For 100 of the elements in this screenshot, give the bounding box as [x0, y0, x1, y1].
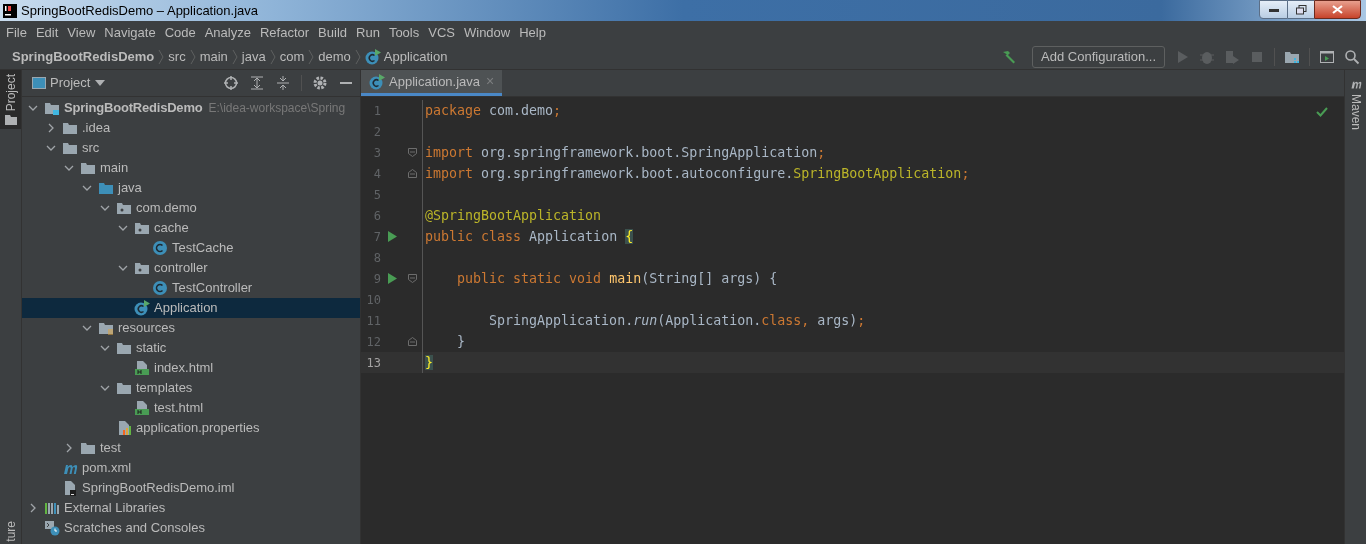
path-hint: E:\idea-workspace\Spring — [208, 100, 346, 117]
terminal-icon[interactable] — [1319, 48, 1335, 65]
menu-item[interactable]: Edit — [35, 22, 59, 43]
tree-item[interactable]: Application — [22, 298, 360, 318]
fold-icon[interactable] — [408, 148, 417, 157]
package-icon — [134, 220, 150, 236]
menu-item[interactable]: Analyze — [204, 22, 251, 43]
menu-item[interactable]: Refactor — [259, 22, 310, 43]
tree-item[interactable]: .idea — [22, 118, 360, 138]
breadcrumb[interactable]: src — [168, 46, 186, 67]
restore-icon — [1295, 4, 1307, 15]
menu-item[interactable]: Tools — [388, 22, 420, 43]
run-icon[interactable] — [387, 231, 397, 242]
tree-item[interactable]: java — [22, 178, 360, 198]
tree-item[interactable]: Scratches and Consoles — [22, 518, 360, 538]
maximize-button[interactable] — [1288, 0, 1314, 19]
tree-item[interactable]: test.html — [22, 398, 360, 418]
target-icon[interactable] — [223, 75, 239, 91]
menu-item[interactable]: View — [67, 22, 96, 43]
tree-item[interactable]: application.properties — [22, 418, 360, 438]
module-file-icon — [62, 480, 78, 496]
hammer-icon[interactable] — [1001, 48, 1018, 65]
tree-item-label: cache — [154, 219, 189, 238]
line-number: 7 — [372, 228, 381, 246]
tool-window-tab[interactable]: Maven — [1344, 94, 1366, 131]
menu-item[interactable]: Navigate — [104, 22, 156, 43]
close-button[interactable] — [1314, 0, 1361, 19]
menu-item[interactable]: Help — [519, 22, 546, 43]
tree-item[interactable]: index.html — [22, 358, 360, 378]
folder-icon — [4, 115, 17, 126]
chevron-right-icon[interactable] — [64, 443, 74, 453]
tree-item[interactable]: SpringBootRedisDemo.iml — [22, 478, 360, 498]
close-icon — [1332, 5, 1343, 14]
breadcrumb[interactable]: SpringBootRedisDemo — [12, 46, 155, 67]
folder-icon — [80, 160, 96, 176]
tree-item[interactable]: controller — [22, 258, 360, 278]
menu-item[interactable]: Run — [356, 22, 380, 43]
tree-item-label: java — [118, 179, 142, 198]
menu-item[interactable]: Code — [164, 22, 196, 43]
chevron-down-icon[interactable] — [100, 383, 110, 393]
tree-item-label: resources — [118, 319, 176, 338]
chevron-down-icon[interactable] — [28, 103, 38, 113]
line-number: 9 — [372, 270, 381, 288]
line-number: 13 — [365, 354, 381, 372]
chevron-right-icon[interactable] — [46, 123, 56, 133]
tree-item[interactable]: cache — [22, 218, 360, 238]
add-configuration-button[interactable]: Add Configuration... — [1032, 45, 1165, 68]
tree-item[interactable]: TestCache — [22, 238, 360, 258]
tree-item[interactable]: templates — [22, 378, 360, 398]
breadcrumb[interactable]: java — [241, 46, 266, 67]
tree-item[interactable]: test — [22, 438, 360, 458]
line-number: 1 — [372, 102, 381, 120]
line-number: 5 — [372, 186, 381, 204]
separator-icon — [269, 48, 276, 65]
search-icon[interactable] — [1344, 48, 1360, 65]
tree-item[interactable]: main — [22, 158, 360, 178]
tree-item-label: TestController — [172, 279, 253, 298]
editor-tab[interactable]: Application.java × — [361, 70, 503, 96]
tree-item-label: test — [100, 439, 121, 458]
expand-all-icon[interactable] — [249, 75, 265, 91]
line-number: 10 — [365, 291, 381, 309]
tree-item-label: templates — [136, 379, 193, 398]
fold-icon[interactable] — [408, 169, 417, 178]
tree-item-label: TestCache — [172, 239, 234, 258]
chevron-down-icon[interactable] — [118, 263, 128, 273]
breadcrumb[interactable]: main — [199, 46, 228, 67]
breadcrumb[interactable]: com — [279, 46, 305, 67]
tree-item[interactable]: com.demo — [22, 198, 360, 218]
separator-icon — [231, 48, 238, 65]
tree-item-label: Application — [154, 299, 218, 318]
menu-item[interactable]: Build — [318, 22, 347, 43]
settings-icon[interactable] — [312, 75, 328, 91]
tree-item[interactable]: SpringBootRedisDemo E:\idea-workspace\Spring — [22, 98, 360, 118]
line-number: 2 — [372, 123, 381, 141]
breadcrumb[interactable]: Application — [364, 46, 448, 67]
tree-item[interactable]: pom.xml — [22, 458, 360, 478]
breadcrumb[interactable]: demo — [318, 46, 351, 67]
tool-window-tab[interactable]: ture — [0, 521, 21, 544]
menu-item[interactable]: VCS — [428, 22, 455, 43]
tree-item[interactable]: src — [22, 138, 360, 158]
panel-title[interactable]: Project — [50, 73, 91, 93]
separator-icon — [354, 48, 361, 65]
tree-item[interactable]: External Libraries — [22, 498, 360, 518]
code-line: SpringApplication.run(Application.class, args); — [488, 311, 866, 330]
code-line: import org.springframework.boot.SpringApplication; — [424, 143, 826, 162]
collapse-all-icon[interactable] — [275, 75, 291, 91]
chevron-right-icon[interactable] — [28, 503, 38, 513]
tree-item[interactable]: resources — [22, 318, 360, 338]
fold-icon[interactable] — [408, 274, 417, 283]
menu-item[interactable]: File — [6, 22, 27, 43]
run-icon[interactable] — [387, 273, 397, 284]
caret-icon[interactable] — [95, 80, 106, 86]
tool-window-tab[interactable]: Project — [0, 70, 21, 130]
code-line: import org.springframework.boot.autoconfigure.SpringBootApplication; — [424, 164, 970, 183]
minimize-button[interactable] — [1259, 0, 1288, 19]
fold-icon[interactable] — [408, 337, 417, 346]
menu-item[interactable]: Window — [463, 22, 511, 43]
line-number: 11 — [365, 312, 381, 330]
tree-item[interactable]: static — [22, 338, 360, 358]
tree-item[interactable]: TestController — [22, 278, 360, 298]
